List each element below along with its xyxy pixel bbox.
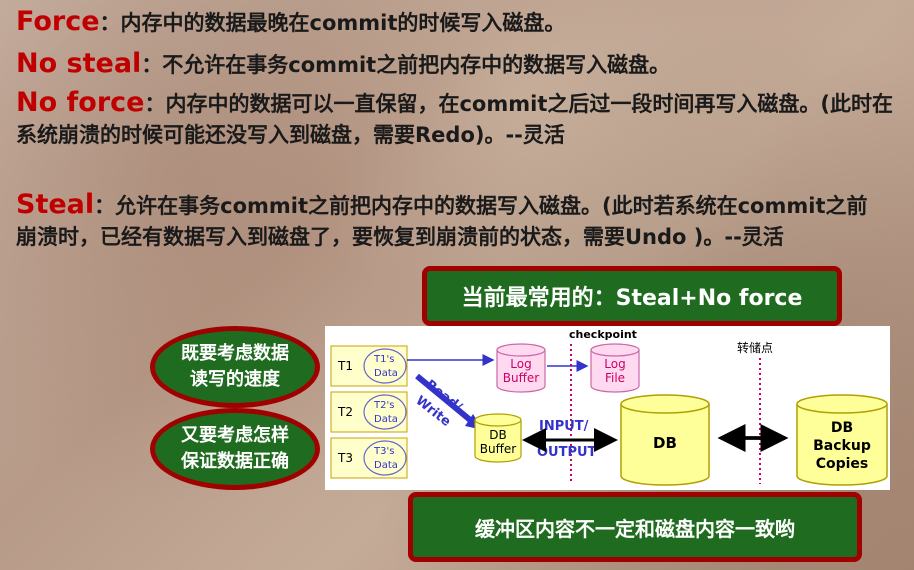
backup-line1: DB — [831, 420, 853, 436]
checkpoint-label: checkpoint — [569, 328, 637, 341]
t3-data-line1: T3's — [373, 446, 394, 457]
db-buffer-line2: Buffer — [480, 442, 516, 456]
most-common-text: 当前最常用的：Steal+No force — [461, 286, 803, 311]
log-buffer-line2: Buffer — [503, 371, 539, 385]
t2-data-line1: T2's — [373, 400, 394, 411]
definition-force: Force：内存中的数据最晚在commit的时候写入磁盘。 — [16, 6, 896, 39]
most-common-callout: 当前最常用的：Steal+No force — [422, 266, 842, 326]
definition-steal-text: ：允许在事务commit之前把内存中的数据写入磁盘。(此时若系统在commit之… — [16, 194, 868, 249]
t3-label: T3 — [337, 451, 353, 465]
buffer-note-text: 缓冲区内容不一定和磁盘内容一致哟 — [475, 516, 795, 541]
speed-callout: 既要考虑数据 读写的速度 — [150, 326, 320, 408]
term-no-force: No force — [16, 87, 145, 118]
db-backup-cylinder: DB Backup Copies — [796, 394, 888, 486]
speed-line2: 读写的速度 — [190, 369, 280, 390]
definition-no-force-text: ：内存中的数据可以一直保留，在commit之后过一段时间再写入磁盘。(此时在系统… — [16, 92, 893, 147]
t1-data-line1: T1's — [373, 354, 394, 365]
correctness-callout: 又要考虑怎样 保证数据正确 — [150, 408, 320, 490]
transfer-point-label: 转储点 — [737, 340, 773, 355]
term-force: Force — [16, 6, 100, 37]
buffer-note-callout: 缓冲区内容不一定和磁盘内容一致哟 — [408, 492, 862, 562]
log-file-line1: Log — [604, 357, 625, 371]
definition-no-force: No force：内存中的数据可以一直保留，在commit之后过一段时间再写入磁… — [16, 87, 896, 151]
backup-line2: Backup — [813, 438, 871, 454]
definition-force-text: ：内存中的数据最晚在commit的时候写入磁盘。 — [99, 11, 566, 35]
t1-label: T1 — [337, 359, 353, 373]
log-file-cylinder: Log File — [590, 343, 640, 393]
t3-data-line2: Data — [374, 460, 398, 471]
term-no-steal: No steal — [16, 48, 142, 79]
transaction-t2: T2 T2's Data — [330, 391, 408, 433]
buffer-diagram: checkpoint 转储点 T1 T1's Data T2 T2's Data… — [325, 326, 890, 490]
transaction-t3: T3 T3's Data — [330, 437, 408, 479]
definition-no-steal: No steal：不允许在事务commit之前把内存中的数据写入磁盘。 — [16, 48, 896, 81]
output-label: OUTPUT — [537, 445, 597, 460]
definition-steal: Steal：允许在事务commit之前把内存中的数据写入磁盘。(此时若系统在co… — [16, 189, 886, 253]
term-steal: Steal — [16, 189, 95, 220]
log-file-line2: File — [605, 371, 625, 385]
definition-no-steal-text: ：不允许在事务commit之前把内存中的数据写入磁盘。 — [141, 53, 671, 77]
backup-line3: Copies — [816, 456, 869, 472]
correctness-line2: 保证数据正确 — [181, 451, 289, 472]
db-cylinder: DB — [620, 394, 710, 486]
transaction-t1: T1 T1's Data — [330, 345, 408, 387]
t2-data-line2: Data — [374, 414, 398, 425]
log-buffer-line1: Log — [510, 357, 531, 371]
buffer-diagram-svg: checkpoint 转储点 T1 T1's Data T2 T2's Data… — [330, 328, 888, 486]
correctness-line1: 又要考虑怎样 — [181, 425, 289, 446]
log-buffer-cylinder: Log Buffer — [496, 343, 546, 393]
db-buffer-line1: DB — [489, 428, 506, 442]
t1-data-line2: Data — [374, 368, 398, 379]
db-label: DB — [653, 434, 677, 452]
t2-label: T2 — [337, 405, 353, 419]
db-buffer-cylinder: DB Buffer — [474, 413, 522, 463]
input-label: INPUT/ — [539, 419, 589, 434]
speed-line1: 既要考虑数据 — [181, 343, 289, 364]
